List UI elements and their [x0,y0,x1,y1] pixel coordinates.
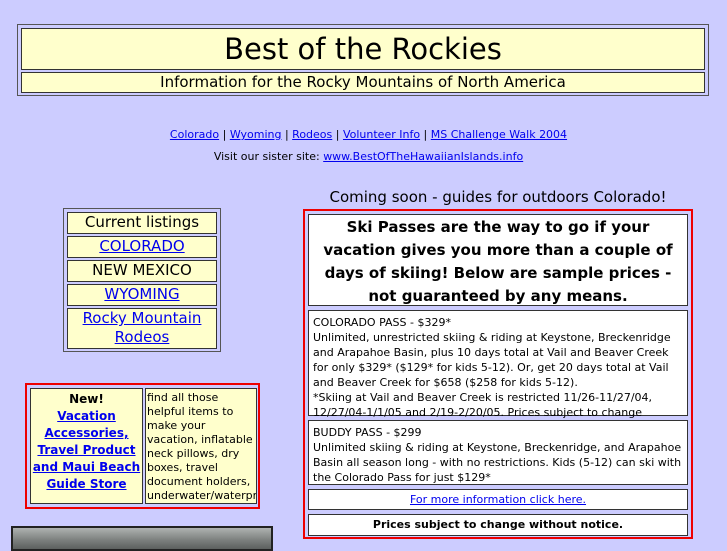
nav-link-rodeos[interactable]: Rodeos [292,128,332,141]
ski-pass-box: Ski Passes are the way to go if your vac… [303,209,693,539]
new-label: New! [69,392,104,406]
nav-link-colorado[interactable]: Colorado [170,128,219,141]
listing-cell-rodeos: Rocky Mountain Rodeos [67,308,217,349]
buddy-pass-body: Unlimited skiing & riding at Keystone, B… [313,441,682,484]
listing-cell-colorado: COLORADO [67,236,217,258]
sister-site-label: Visit our sister site: [213,150,324,163]
site-title: Best of the Rockies [21,28,705,70]
listing-new-mexico: NEW MEXICO [67,260,217,282]
colorado-pass-cell: COLORADO PASS - $329* Unlimited, unrestr… [308,310,688,434]
coming-soon-text: Coming soon - guides for outdoors Colora… [329,188,667,206]
ski-headline: Ski Passes are the way to go if your vac… [308,214,688,306]
listing-link-rodeos[interactable]: Rocky Mountain Rodeos [83,309,202,346]
disclaimer: Prices subject to change without notice. [308,514,688,536]
nav-separator: | [281,128,293,141]
listings-heading: Current listings [67,212,217,234]
nav-link-volunteer[interactable]: Volunteer Info [343,128,420,141]
top-nav: Colorado | Wyoming | Rodeos | Volunteer … [0,128,727,142]
store-description: find all those helpful items to make you… [145,388,257,504]
sister-site-link[interactable]: www.BestOfTheHawaiianIslands.info [323,150,523,163]
listing-cell-wyoming: WYOMING [67,284,217,306]
listing-link-colorado[interactable]: COLORADO [99,237,184,255]
listing-link-wyoming[interactable]: WYOMING [104,285,179,303]
colorado-pass-title: COLORADO PASS - $329* [313,316,451,329]
nav-separator: | [219,128,230,141]
site-header: Best of the Rockies Information for the … [17,24,709,96]
nav-link-wyoming[interactable]: Wyoming [230,128,282,141]
more-info-link[interactable]: For more information click here. [410,493,586,506]
nav-link-ms-walk[interactable]: MS Challenge Walk 2004 [431,128,567,141]
new-store-box: New! Vacation Accessories, Travel Produc… [25,383,260,509]
nav-separator: | [332,128,343,141]
site-subtitle: Information for the Rocky Mountains of N… [21,72,705,93]
sister-site-line: Visit our sister site: www.BestOfTheHawa… [0,150,727,164]
buddy-pass-cell: BUDDY PASS - $299 Unlimited skiing & rid… [308,420,688,485]
current-listings-table: Current listings COLORADO NEW MEXICO WYO… [63,208,221,352]
mountain-photo [11,526,273,551]
nav-separator: | [420,128,431,141]
new-store-cell: New! Vacation Accessories, Travel Produc… [30,388,143,504]
more-info-cell: For more information click here. [308,489,688,510]
colorado-pass-body: Unlimited, unrestricted skiing & riding … [313,331,671,389]
store-link[interactable]: Vacation Accessories, Travel Product and… [33,409,140,491]
buddy-pass-title: BUDDY PASS - $299 [313,426,422,439]
